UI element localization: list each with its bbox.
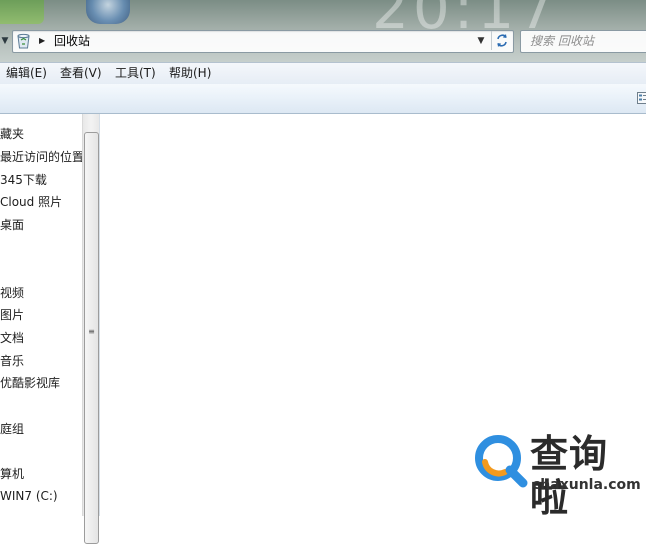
refresh-button[interactable]: [491, 31, 512, 50]
scrollbar-grip-icon: ≡: [88, 329, 95, 335]
scrollbar-thumb[interactable]: ≡: [84, 132, 99, 544]
nav-item-youku-library[interactable]: 优酷影视库: [0, 373, 60, 393]
nav-item-2345-downloads[interactable]: 345下载: [0, 170, 47, 190]
nav-item-icloud-photos[interactable]: Cloud 照片: [0, 192, 62, 212]
desktop-background-peek: [0, 0, 44, 24]
nav-item-videos[interactable]: 视频: [0, 283, 24, 303]
menu-help[interactable]: 帮助(H): [169, 65, 211, 81]
watermark-url: chaxunla.com: [532, 477, 641, 493]
watermark-title: 查询啦: [530, 432, 646, 520]
nav-item-favorites[interactable]: 藏夹: [0, 124, 24, 144]
nav-item-drive-c[interactable]: WIN7 (C:): [0, 486, 58, 506]
recent-pages-dropdown[interactable]: ▼: [0, 34, 10, 48]
search-input[interactable]: 搜索 回收站: [520, 30, 646, 53]
refresh-icon: [492, 31, 512, 50]
window-title-area: 20:17 ▼ ▶ 回收站 ▼ 搜索 回收站: [0, 0, 646, 62]
nav-item-music[interactable]: 音乐: [0, 351, 24, 371]
navigation-scrollbar[interactable]: ≡: [82, 114, 99, 516]
menu-tools[interactable]: 工具(T): [115, 65, 156, 81]
search-placeholder: 搜索 回收站: [530, 34, 594, 49]
nav-item-computer[interactable]: 算机: [0, 464, 24, 484]
nav-item-desktop[interactable]: 桌面: [0, 215, 24, 235]
command-bar: [0, 84, 646, 114]
nav-item-documents[interactable]: 文档: [0, 328, 24, 348]
change-view-icon[interactable]: [637, 92, 646, 104]
navigation-pane: 藏夹 最近访问的位置 345下载 Cloud 照片 桌面 视频 图片 文档 音乐…: [0, 114, 82, 516]
chevron-down-icon[interactable]: ▼: [473, 32, 489, 50]
breadcrumb-separator[interactable]: ▶: [39, 34, 45, 48]
recycle-bin-icon: [16, 33, 31, 49]
nav-item-homegroup[interactable]: 庭组: [0, 419, 24, 439]
breadcrumb-recycle-bin[interactable]: 回收站: [54, 34, 90, 49]
magnifier-logo-icon: [472, 432, 528, 488]
address-bar[interactable]: ▶ 回收站 ▼: [12, 30, 514, 53]
desktop-shield-icon: [86, 0, 130, 24]
nav-item-recent[interactable]: 最近访问的位置: [0, 147, 82, 167]
nav-item-pictures[interactable]: 图片: [0, 305, 24, 325]
menu-view[interactable]: 查看(V): [60, 65, 102, 81]
watermark-logo: 查询啦 chaxunla.com: [470, 430, 646, 496]
menu-bar: 编辑(E) 查看(V) 工具(T) 帮助(H): [0, 62, 646, 85]
menu-edit[interactable]: 编辑(E): [6, 65, 47, 81]
